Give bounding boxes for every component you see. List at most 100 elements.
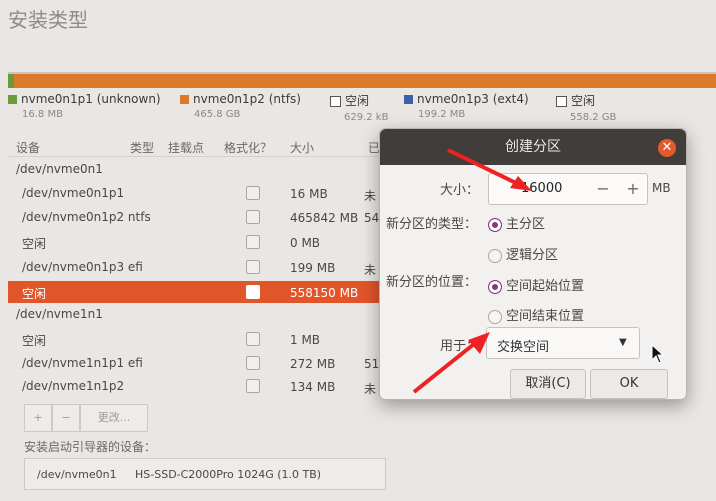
row-used: 54 — [364, 211, 380, 225]
row-device: 空闲 — [22, 287, 47, 301]
row-used: 51 — [364, 357, 380, 371]
format-checkbox[interactable] — [246, 379, 260, 393]
row-device: /dev/nvme1n1p1 efi — [22, 356, 143, 370]
table-row[interactable]: /dev/nvme1n1 — [8, 303, 380, 325]
legend-swatch — [8, 95, 17, 104]
legend-swatch — [180, 95, 189, 104]
change-partition-button[interactable]: 更改... — [80, 404, 148, 432]
bootloader-label: 安装启动引导器的设备： — [24, 440, 157, 454]
table-row[interactable]: /dev/nvme0n1p3 efi 199 MB 未 — [8, 256, 380, 278]
cancel-button[interactable]: 取消(C) — [510, 369, 586, 399]
legend-size: 629.2 kB — [344, 112, 389, 123]
format-checkbox[interactable] — [246, 186, 260, 200]
radio-logical[interactable]: 逻辑分区 — [488, 244, 558, 263]
legend-item: 空闲 629.2 kB — [330, 92, 388, 123]
legend-item: nvme0n1p2 (ntfs) 465.8 GB — [180, 92, 301, 120]
radio-location-start[interactable]: 空间起始位置 — [488, 275, 584, 294]
use-as-value: 交换空间 — [497, 340, 550, 355]
row-size: 199 MB — [290, 261, 336, 275]
legend-label: nvme0n1p2 (ntfs) — [193, 92, 301, 106]
legend-label: nvme0n1p3 (ext4) — [417, 92, 529, 106]
row-size: 465842 MB — [290, 211, 359, 225]
format-checkbox[interactable] — [246, 210, 260, 224]
col-format[interactable]: 格式化？ — [224, 139, 272, 156]
increment-button[interactable]: + — [621, 177, 645, 201]
table-row[interactable]: /dev/nvme0n1p1 16 MB 未 — [8, 182, 380, 204]
size-unit: MB — [652, 181, 671, 195]
table-row[interactable]: /dev/nvme1n1p1 efi 272 MB 51 — [8, 352, 380, 374]
row-size: 16 MB — [290, 187, 328, 201]
row-used: 未 — [364, 382, 377, 396]
close-icon[interactable]: ✕ — [658, 139, 676, 157]
dialog-title: 创建分区 — [380, 129, 686, 165]
create-partition-dialog: 创建分区 ✕ 大小： 16000 − + MB 新分区的类型： 主分区 逻辑分区… — [379, 128, 687, 400]
use-label: 用于： — [440, 339, 480, 354]
row-device: /dev/nvme0n1 — [16, 162, 103, 176]
row-device: /dev/nvme0n1p2 ntfs — [22, 210, 151, 224]
table-row-selected[interactable]: 空闲 558150 MB — [8, 281, 380, 303]
location-label: 新分区的位置： — [386, 275, 478, 290]
ok-button[interactable]: OK — [590, 369, 668, 399]
use-as-dropdown[interactable]: 交换空间 ▼ — [486, 327, 640, 359]
bootloader-model: HS-SSD-C2000Pro 1024G (1.0 TB) — [135, 468, 322, 481]
format-checkbox[interactable] — [246, 356, 260, 370]
legend-swatch — [556, 96, 567, 107]
row-device: /dev/nvme1n1 — [16, 307, 103, 321]
row-device: /dev/nvme0n1p1 — [22, 186, 125, 200]
partition-toolbar: + − 更改... — [24, 404, 148, 432]
radio-empty-icon — [488, 248, 502, 263]
add-partition-button[interactable]: + — [24, 404, 52, 432]
legend-size: 16.8 MB — [22, 109, 63, 120]
legend-item: nvme0n1p3 (ext4) 199.2 MB — [404, 92, 529, 120]
table-row[interactable]: 空闲 0 MB — [8, 231, 380, 253]
remove-partition-button[interactable]: − — [52, 404, 80, 432]
row-device: /dev/nvme0n1p3 efi — [22, 260, 143, 274]
row-used: 未 — [364, 189, 377, 203]
partition-segment-p1 — [8, 74, 14, 88]
table-row[interactable]: 空闲 1 MB — [8, 328, 380, 350]
row-device: /dev/nvme1n1p2 — [22, 379, 125, 393]
table-row[interactable]: /dev/nvme0n1 — [8, 158, 380, 180]
bootloader-device-select[interactable]: /dev/nvme0n1 HS-SSD-C2000Pro 1024G (1.0 … — [24, 458, 386, 490]
format-checkbox[interactable] — [246, 332, 260, 346]
legend-size: 199.2 MB — [418, 109, 466, 120]
table-row[interactable]: /dev/nvme0n1p2 ntfs 465842 MB 54 — [8, 206, 380, 228]
legend-swatch — [330, 96, 341, 107]
size-label: 大小： — [440, 183, 480, 198]
format-checkbox[interactable] — [246, 235, 260, 249]
radio-label: 空间起始位置 — [506, 279, 585, 294]
radio-label: 逻辑分区 — [506, 248, 559, 263]
row-used: 未 — [364, 263, 377, 277]
legend-item: 空闲 558.2 GB — [556, 92, 616, 123]
radio-label: 主分区 — [506, 217, 546, 232]
col-size[interactable]: 大小 — [290, 139, 314, 156]
radio-location-end[interactable]: 空间结束位置 — [488, 305, 584, 324]
type-label: 新分区的类型： — [386, 217, 478, 232]
row-device: 空闲 — [22, 237, 47, 251]
format-checkbox[interactable] — [246, 285, 260, 299]
legend-item: nvme0n1p1 (unknown) 16.8 MB — [8, 92, 161, 120]
row-size: 558150 MB — [290, 286, 359, 300]
col-mount[interactable]: 挂载点 — [168, 139, 204, 156]
legend-label: 空闲 — [571, 94, 596, 108]
row-size: 272 MB — [290, 357, 336, 371]
legend-swatch — [404, 95, 413, 104]
row-size: 1 MB — [290, 333, 321, 347]
row-size: 134 MB — [290, 380, 336, 394]
partition-bar — [8, 72, 716, 88]
table-row[interactable]: /dev/nvme1n1p2 134 MB 未 — [8, 375, 380, 397]
row-size: 0 MB — [290, 236, 321, 250]
radio-primary[interactable]: 主分区 — [488, 213, 545, 232]
format-checkbox[interactable] — [246, 260, 260, 274]
col-type[interactable]: 类型 — [130, 139, 154, 156]
size-spinbox[interactable]: 16000 − + — [488, 173, 648, 205]
size-input[interactable]: 16000 — [521, 181, 562, 196]
col-device[interactable]: 设备 — [16, 139, 40, 156]
radio-selected-icon — [488, 279, 502, 294]
row-device: 空闲 — [22, 334, 47, 348]
chevron-down-icon: ▼ — [619, 337, 627, 348]
legend-size: 558.2 GB — [570, 112, 617, 123]
legend-label: 空闲 — [345, 94, 370, 108]
legend-size: 465.8 GB — [194, 109, 241, 120]
decrement-button[interactable]: − — [591, 177, 615, 201]
